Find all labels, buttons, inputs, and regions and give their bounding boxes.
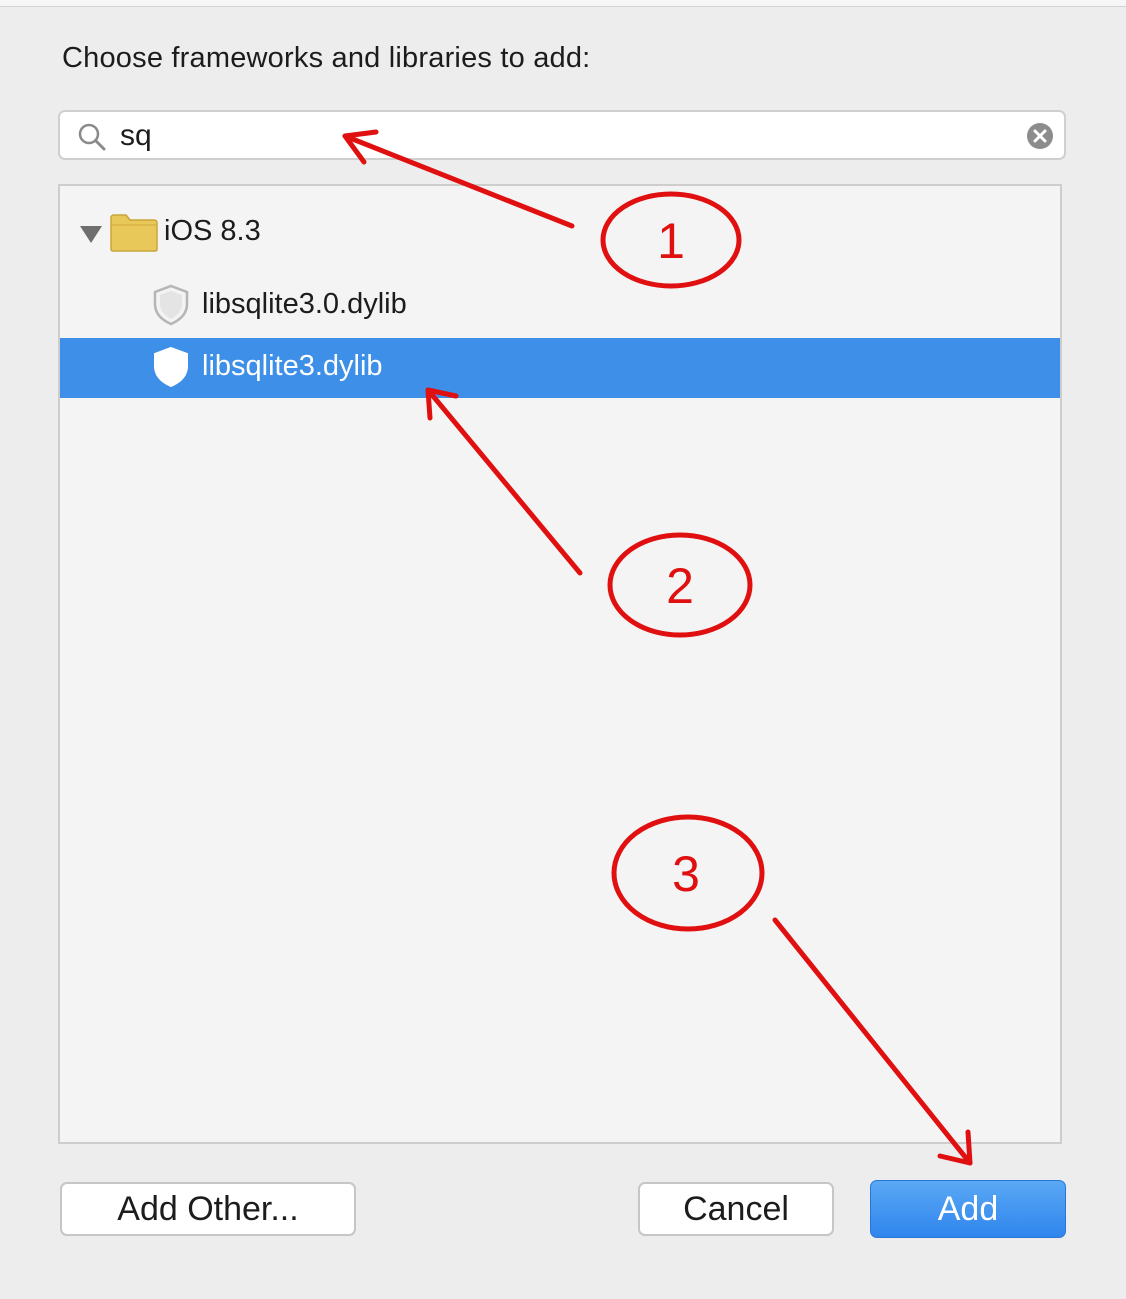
search-input[interactable] <box>120 116 1000 156</box>
add-button[interactable]: Add <box>870 1180 1066 1238</box>
library-icon <box>153 284 189 326</box>
annotation-number-3: 3 <box>672 846 700 902</box>
list-item-label: libsqlite3.dylib <box>202 350 383 382</box>
tree-group-ios[interactable]: iOS 8.3 <box>60 202 1060 262</box>
disclosure-triangle-icon[interactable] <box>78 224 104 244</box>
list-item-libsqlite3-selected[interactable]: libsqlite3.dylib <box>60 338 1060 398</box>
search-icon <box>78 123 106 151</box>
add-other-button[interactable]: Add Other... <box>60 1182 356 1236</box>
clear-icon[interactable] <box>1026 122 1054 150</box>
list-item-libsqlite3-0[interactable]: libsqlite3.0.dylib <box>60 276 1060 336</box>
library-list[interactable]: iOS 8.3 libsqlite3.0.dylib libsqlite3.dy… <box>58 184 1062 1144</box>
dialog-title: Choose frameworks and libraries to add: <box>62 42 591 74</box>
annotation-number-1: 1 <box>657 213 685 269</box>
search-field[interactable] <box>58 110 1066 160</box>
tree-group-label: iOS 8.3 <box>164 215 261 247</box>
window-top-edge <box>0 0 1126 7</box>
cancel-button[interactable]: Cancel <box>638 1182 834 1236</box>
annotation-number-2: 2 <box>666 558 694 614</box>
list-item-label: libsqlite3.0.dylib <box>202 288 407 320</box>
library-icon <box>154 346 188 388</box>
folder-icon <box>110 214 158 252</box>
